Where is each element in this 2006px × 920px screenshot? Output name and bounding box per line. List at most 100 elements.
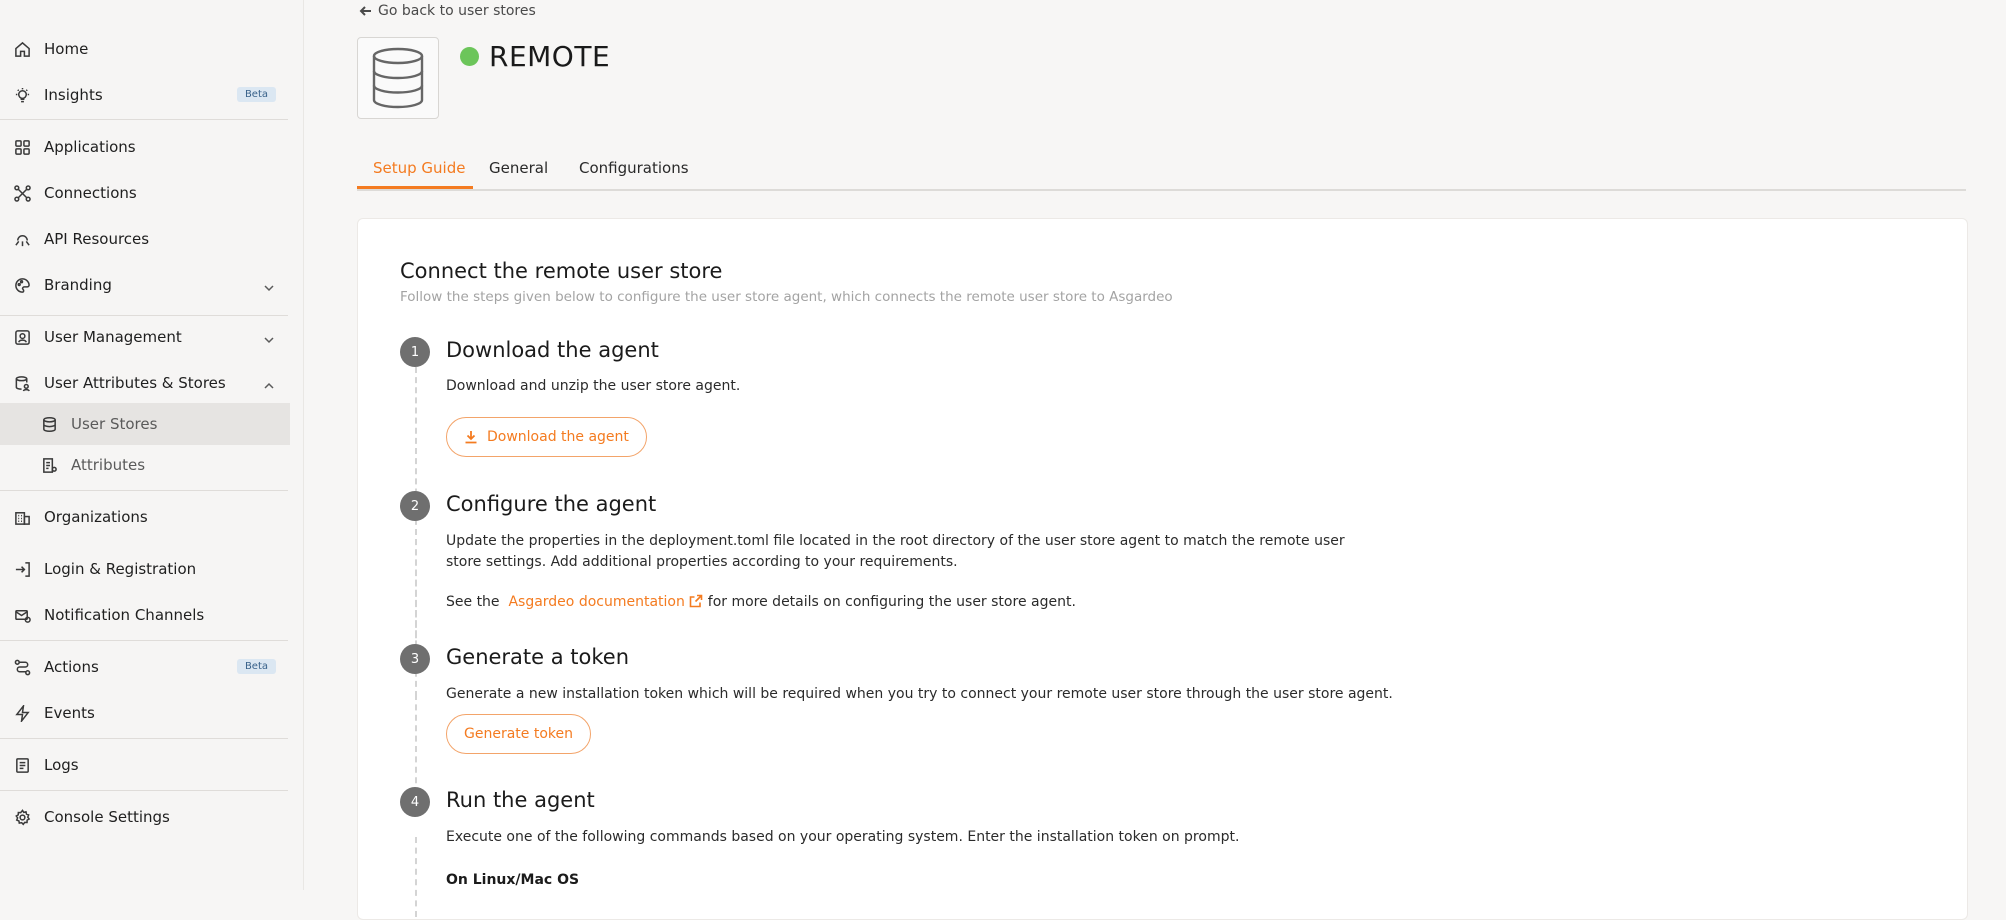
step-title: Run the agent [446,788,595,812]
step-description: Download and unzip the user store agent. [446,378,741,394]
tab-setup-guide[interactable]: Setup Guide [373,159,465,177]
external-link-icon [689,594,703,610]
actions-icon [13,658,31,676]
sidebar-item-events[interactable]: Events [0,693,290,733]
sidebar: Home Insights Beta Applications Connecti… [0,0,304,890]
sidebar-item-applications[interactable]: Applications [0,127,290,167]
sidebar-item-attributes[interactable]: Attributes [0,445,290,485]
tab-bar: Setup Guide General Configurations [357,155,1966,191]
sidebar-item-label: Applications [44,138,136,156]
database-icon [40,415,58,433]
os-label: On Linux/Mac OS [446,872,580,888]
sidebar-item-label: User Management [44,328,182,346]
button-label: Generate token [464,726,573,742]
sidebar-divider [0,119,288,120]
guide-subtitle: Follow the steps given below to configur… [400,289,1173,305]
sidebar-item-console-settings[interactable]: Console Settings [0,797,290,837]
active-tab-indicator [357,186,473,189]
step-number: 3 [400,644,430,674]
sidebar-item-label: User Stores [71,415,158,433]
title-row: REMOTE [460,40,610,73]
back-link-label: Go back to user stores [378,3,536,19]
back-to-user-stores-link[interactable]: Go back to user stores [359,3,536,19]
lightning-icon [13,704,31,722]
sidebar-item-label: Organizations [44,508,148,526]
logs-icon [13,756,31,774]
chevron-down-icon [264,279,274,292]
step-description: Generate a new installation token which … [446,686,1393,702]
beta-badge: Beta [236,87,276,102]
sidebar-item-label: Attributes [71,456,146,474]
sidebar-item-home[interactable]: Home [0,29,290,69]
sidebar-item-label: Console Settings [44,808,170,826]
sidebar-item-actions[interactable]: Actions Beta [0,647,290,687]
sidebar-item-label: Home [44,40,89,58]
sidebar-item-login-registration[interactable]: Login & Registration [0,549,290,589]
download-agent-button[interactable]: Download the agent [446,417,647,457]
api-resources-icon [13,230,31,248]
see-prefix: See the [446,594,500,610]
sidebar-divider [0,490,288,491]
sidebar-divider [0,640,288,641]
page-title: REMOTE [489,40,611,73]
sidebar-item-label: Connections [44,184,137,202]
asgardeo-documentation-link[interactable]: Asgardeo documentation [504,594,703,610]
main-content: Go back to user stores REMOTE Setup Guid… [304,0,2006,920]
step-connector [415,837,417,917]
login-registration-icon [13,560,31,578]
sidebar-item-branding[interactable]: Branding [0,265,290,305]
gear-icon [13,808,31,826]
sidebar-item-label: API Resources [44,230,150,248]
sidebar-item-user-management[interactable]: User Management [0,317,290,357]
sidebar-item-user-attributes-stores[interactable]: User Attributes & Stores [0,363,290,403]
chevron-up-icon [264,377,274,389]
sidebar-item-user-stores[interactable]: User Stores [0,403,290,445]
step-connector [415,539,417,659]
sidebar-item-label: Branding [44,276,112,294]
link-label: Asgardeo documentation [508,594,685,610]
documentation-note: See the Asgardeo documentation for more … [446,592,1346,613]
sidebar-item-label: User Attributes & Stores [44,374,226,392]
beta-badge: Beta [236,659,276,674]
step-title: Download the agent [446,338,659,362]
arrow-left-icon [359,6,371,16]
button-label: Download the agent [487,429,629,445]
notification-channels-icon [13,606,31,624]
sidebar-divider [0,738,288,739]
sidebar-item-insights[interactable]: Insights Beta [0,75,290,115]
step-description: Update the properties in the deployment.… [446,533,1345,570]
step-number: 2 [400,491,430,521]
chevron-down-icon [264,331,274,344]
home-icon [13,40,31,58]
sidebar-item-label: Insights [44,86,103,104]
organizations-icon [13,508,31,526]
palette-icon [13,276,31,294]
user-attributes-icon [13,374,31,392]
apps-grid-icon [13,138,31,156]
sidebar-item-label: Events [44,704,95,722]
sidebar-item-logs[interactable]: Logs [0,745,290,785]
lightbulb-icon [13,86,31,104]
sidebar-item-label: Actions [44,658,99,676]
tab-configurations[interactable]: Configurations [579,159,689,177]
connections-icon [13,184,31,202]
user-store-avatar [357,37,439,119]
sidebar-item-notification-channels[interactable]: Notification Channels [0,595,290,635]
sidebar-item-label: Notification Channels [44,606,205,624]
sidebar-item-label: Logs [44,756,79,774]
download-icon [465,431,477,444]
guide-title: Connect the remote user store [400,259,723,283]
see-suffix: for more details on configuring the user… [707,594,1076,610]
attributes-icon [40,456,58,474]
step-number: 4 [400,787,430,817]
user-management-icon [13,328,31,346]
sidebar-divider [0,315,288,316]
sidebar-item-organizations[interactable]: Organizations [0,497,290,537]
step-number: 1 [400,337,430,367]
database-icon [372,47,424,109]
step-title: Configure the agent [446,492,657,516]
sidebar-item-api-resources[interactable]: API Resources [0,219,290,259]
tab-general[interactable]: General [489,159,548,177]
sidebar-item-connections[interactable]: Connections [0,173,290,213]
generate-token-button[interactable]: Generate token [446,714,591,754]
